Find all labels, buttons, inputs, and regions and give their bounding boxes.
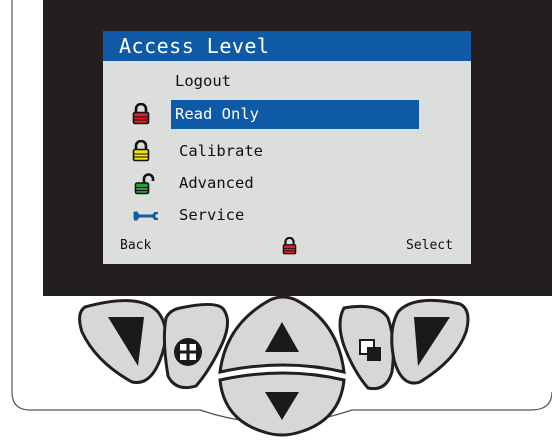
right-softkey-button[interactable] bbox=[390, 298, 470, 385]
window-switch-button[interactable] bbox=[338, 304, 395, 391]
device-housing: Access Level Logout Read Only Calibrate … bbox=[0, 0, 552, 441]
grid-icon bbox=[174, 338, 202, 366]
left-softkey-button[interactable] bbox=[78, 299, 167, 385]
keypad bbox=[78, 295, 470, 437]
menu-grid-button[interactable] bbox=[162, 303, 229, 390]
up-arrow-button[interactable] bbox=[218, 295, 346, 374]
down-arrow-button[interactable] bbox=[218, 371, 346, 437]
